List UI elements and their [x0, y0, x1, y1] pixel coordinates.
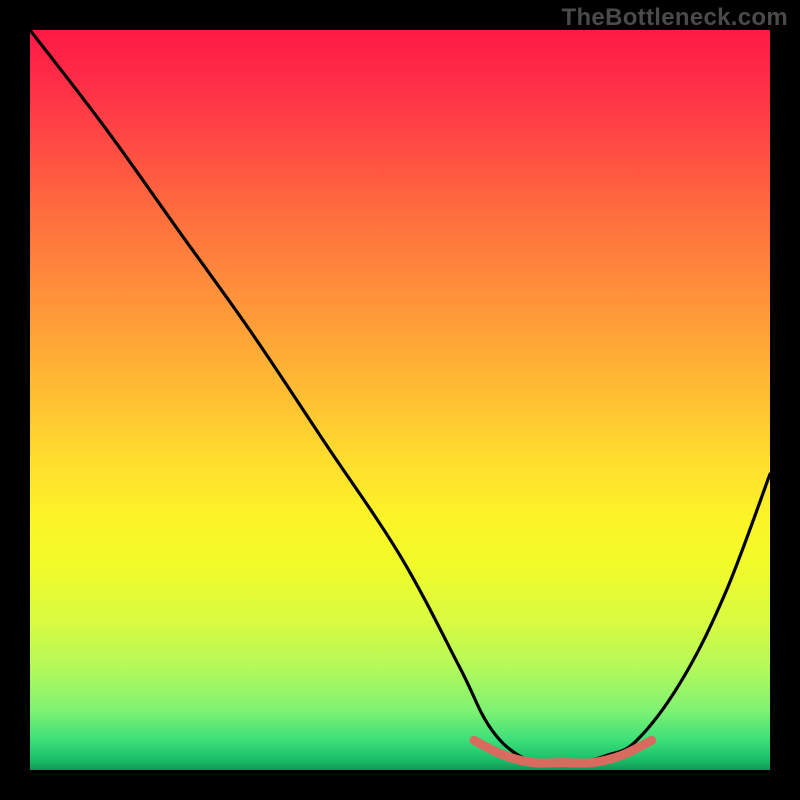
chart-frame: TheBottleneck.com	[0, 0, 800, 800]
target-band-path	[474, 740, 652, 763]
bottleneck-curve	[30, 30, 770, 770]
plot-area	[30, 30, 770, 770]
watermark-text: TheBottleneck.com	[562, 4, 788, 32]
curve-path	[30, 30, 770, 764]
